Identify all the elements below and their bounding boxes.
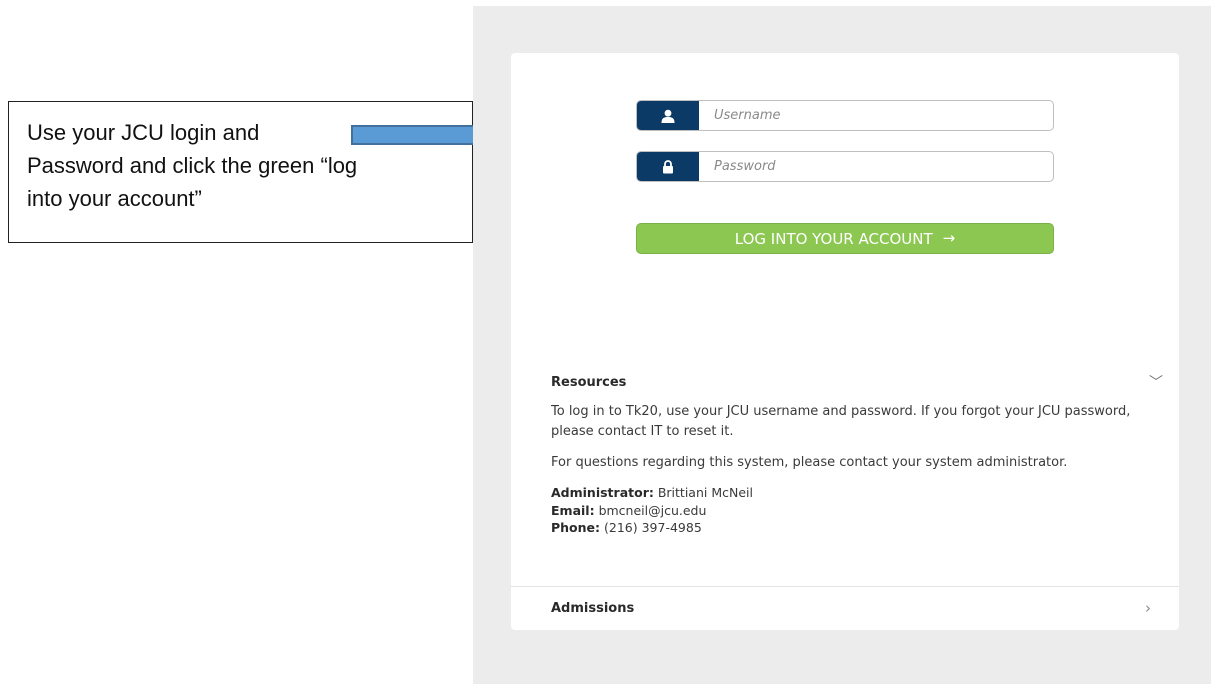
resources-heading: Resources	[551, 374, 627, 390]
admissions-header[interactable]: Admissions ›	[551, 598, 1151, 618]
email-value: bmcneil@jcu.edu	[598, 502, 707, 518]
section-divider	[511, 586, 1179, 587]
password-group	[636, 151, 1054, 182]
resources-paragraph-1: To log in to Tk20, use your JCU username…	[551, 404, 1131, 439]
email-label: Email:	[551, 502, 595, 518]
admin-row: Administrator: Brittiani McNeil	[551, 484, 1163, 502]
login-card: LOG INTO YOUR ACCOUNT → Resources ﹀ To l…	[511, 53, 1179, 630]
resources-header[interactable]: Resources ﹀	[551, 372, 1163, 392]
resources-paragraph-2: For questions regarding this system, ple…	[551, 455, 1068, 470]
admissions-heading: Admissions	[551, 600, 635, 616]
admin-value: Brittiani McNeil	[657, 485, 753, 500]
chevron-down-icon[interactable]: ﹀	[1149, 372, 1163, 392]
user-icon	[637, 101, 699, 130]
phone-value: (216) 397-4985	[604, 520, 702, 535]
arrow-right-icon: →	[942, 229, 956, 247]
email-row: Email: bmcneil@jcu.edu	[551, 502, 1163, 520]
admin-label: Administrator:	[551, 485, 654, 500]
resources-section: Resources ﹀ To log in to Tk20, use your …	[551, 373, 1163, 537]
password-input[interactable]	[699, 152, 1053, 181]
lock-icon	[637, 152, 699, 181]
username-group	[636, 100, 1054, 131]
callout-line-3: into your account”	[27, 186, 202, 211]
username-input[interactable]	[699, 101, 1053, 130]
chevron-right-icon[interactable]: ›	[1145, 599, 1151, 617]
login-button-label: LOG INTO YOUR ACCOUNT	[734, 229, 933, 248]
contact-info: Administrator: Brittiani McNeil Email: b…	[551, 484, 1163, 537]
phone-row: Phone: (216) 397-4985	[551, 519, 1163, 537]
phone-label: Phone:	[551, 520, 601, 535]
login-button[interactable]: LOG INTO YOUR ACCOUNT →	[636, 223, 1054, 254]
